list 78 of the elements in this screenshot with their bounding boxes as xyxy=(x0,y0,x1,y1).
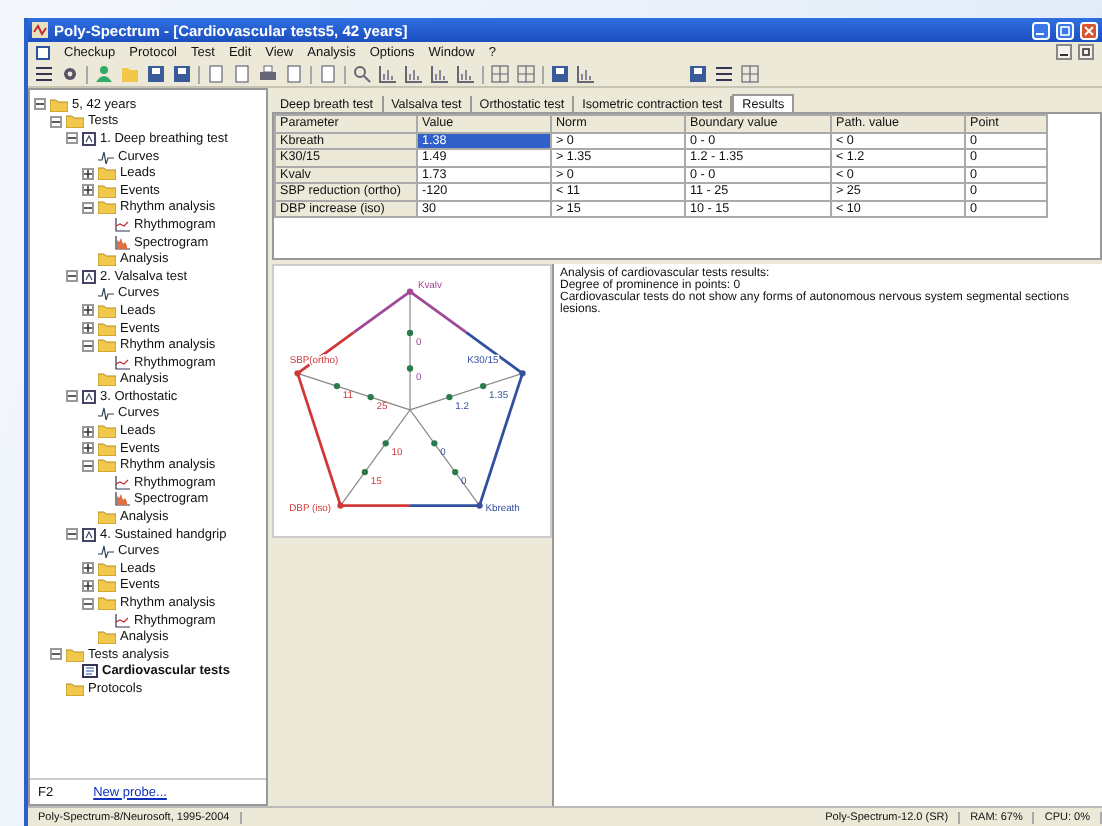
document-icon xyxy=(82,389,96,404)
tick-dot xyxy=(452,468,459,476)
toolbar-page-button[interactable] xyxy=(284,64,304,84)
toolbar-list-button[interactable] xyxy=(34,64,54,84)
expand-toggle[interactable] xyxy=(82,562,94,575)
spectrum-icon xyxy=(114,235,130,250)
folder-icon xyxy=(66,681,84,696)
toolbar-chart-button[interactable] xyxy=(456,64,476,84)
restore-icon xyxy=(1060,25,1070,35)
waveform-icon xyxy=(98,286,114,301)
toolbar-chart-button[interactable] xyxy=(378,64,398,84)
graph-icon xyxy=(114,355,130,370)
toolbar-gear-button[interactable] xyxy=(60,64,80,84)
toolbar-grid-button[interactable] xyxy=(490,64,510,84)
waveform-icon xyxy=(98,406,114,421)
tick-dot xyxy=(382,440,389,447)
folder-icon xyxy=(98,372,116,387)
toolbar-grid-button[interactable] xyxy=(516,64,536,84)
collapse-toggle[interactable] xyxy=(66,132,78,145)
tick-dot xyxy=(406,365,414,372)
toolbar-disk-button[interactable] xyxy=(550,64,570,84)
restore-icon xyxy=(1082,48,1090,56)
toolbar-printer-button[interactable] xyxy=(258,64,278,84)
folder-icon xyxy=(98,510,116,525)
tick-dot xyxy=(406,329,414,337)
minimize-button[interactable] xyxy=(1056,44,1072,60)
folder-icon xyxy=(98,252,116,267)
document-icon xyxy=(36,45,50,59)
expand-toggle[interactable] xyxy=(82,442,94,455)
toolbar-chart-button[interactable] xyxy=(576,64,596,84)
minimize-icon xyxy=(1060,48,1068,56)
collapse-toggle[interactable] xyxy=(50,115,62,128)
collapse-toggle[interactable] xyxy=(82,201,94,214)
toolbar-disk-button[interactable] xyxy=(172,64,192,84)
waveform-icon xyxy=(98,149,114,164)
document-icon xyxy=(82,131,96,146)
expand-toggle[interactable] xyxy=(82,184,94,197)
document-icon xyxy=(82,269,96,284)
expand-toggle[interactable] xyxy=(82,425,94,438)
graph-icon xyxy=(114,475,130,490)
expand-toggle[interactable] xyxy=(82,304,94,317)
waveform-icon xyxy=(98,544,114,559)
pentagon-edge xyxy=(409,290,468,334)
collapse-toggle[interactable] xyxy=(50,648,62,661)
toolbar-disk-button[interactable] xyxy=(146,64,166,84)
toolbar-disk-button[interactable] xyxy=(688,64,708,84)
report-icon xyxy=(82,664,98,679)
toolbar-list-button[interactable] xyxy=(714,64,734,84)
tick-dot xyxy=(446,393,453,401)
toolbar-chart-button[interactable] xyxy=(404,64,424,84)
tick-dot xyxy=(361,468,368,476)
tick-dot xyxy=(431,440,438,447)
document-icon xyxy=(82,527,96,542)
expand-toggle[interactable] xyxy=(82,322,94,335)
spectrum-icon xyxy=(114,492,130,507)
collapse-toggle[interactable] xyxy=(82,339,94,352)
close-icon xyxy=(1084,25,1094,35)
toolbar-search-button[interactable] xyxy=(352,64,372,84)
tick-dot xyxy=(479,382,487,390)
graph-icon xyxy=(114,217,130,232)
app-icon xyxy=(32,22,48,38)
collapse-toggle[interactable] xyxy=(66,270,78,283)
toolbar-page-button[interactable] xyxy=(206,64,226,84)
expand-toggle[interactable] xyxy=(82,579,94,592)
expand-toggle[interactable] xyxy=(82,167,94,180)
close-button[interactable] xyxy=(1080,21,1098,39)
collapse-toggle[interactable] xyxy=(82,597,94,610)
toolbar-page-button[interactable] xyxy=(232,64,252,84)
collapse-toggle[interactable] xyxy=(66,390,78,403)
toolbar-chart-button[interactable] xyxy=(430,64,450,84)
collapse-toggle[interactable] xyxy=(34,98,46,111)
collapse-toggle[interactable] xyxy=(66,528,78,541)
tick-dot xyxy=(367,393,374,401)
pentagon-edge xyxy=(353,290,411,334)
collapse-toggle[interactable] xyxy=(82,459,94,472)
graph-icon xyxy=(114,613,130,628)
toolbar-page-button[interactable] xyxy=(318,64,338,84)
tick-dot xyxy=(333,382,341,390)
